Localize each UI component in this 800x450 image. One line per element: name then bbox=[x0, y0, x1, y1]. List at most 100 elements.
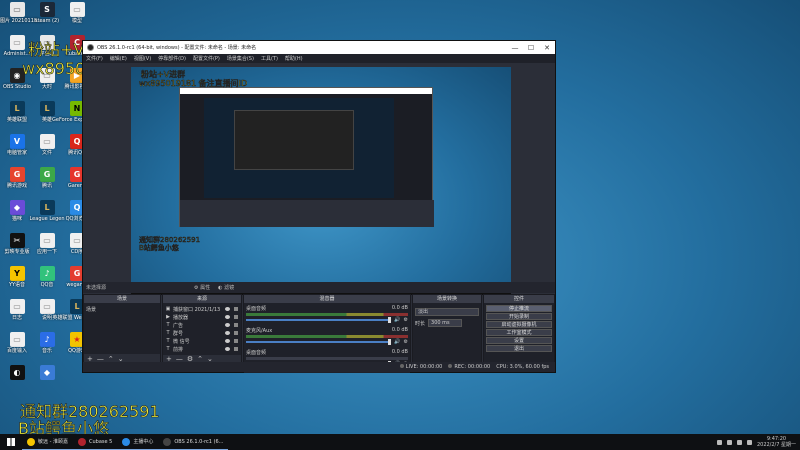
desktop-icon[interactable]: ♪ QQ音 bbox=[33, 266, 61, 288]
desktop-icon[interactable]: ▭ 应用一下 bbox=[33, 233, 61, 255]
source-item[interactable]: ▶ 播放器 bbox=[165, 313, 239, 321]
menu-item[interactable]: 配置文件(P) bbox=[193, 55, 220, 62]
source-item[interactable]: T 群号 bbox=[165, 329, 239, 337]
channel-name: 桌面音频 bbox=[246, 350, 267, 356]
start-button[interactable] bbox=[0, 434, 22, 450]
visibility-icon[interactable] bbox=[225, 339, 230, 343]
lock-icon[interactable] bbox=[234, 331, 238, 335]
obs-preview[interactable]: 粉站+V进群 wx895019181 备注直播间ID 通知群280262591 … bbox=[131, 67, 511, 295]
desktop-icon-label: 猫咪 bbox=[11, 216, 22, 222]
desktop-icon[interactable]: G 腾讯 bbox=[33, 167, 61, 189]
desktop-icon[interactable]: ▭ 文件 bbox=[33, 134, 61, 156]
mixer-channel: 麦克风/Aux 0.0 dB 🔊 ⚙ bbox=[246, 327, 408, 345]
taskbar-app-icon bbox=[122, 437, 131, 446]
visibility-icon[interactable] bbox=[225, 331, 230, 335]
desktop-icon[interactable]: ◐ bbox=[3, 365, 31, 381]
minimize-button[interactable]: — bbox=[507, 44, 523, 52]
desktop-icon[interactable]: ▭ 模型 bbox=[63, 2, 91, 24]
desktop-icon[interactable]: V 电脑管家 bbox=[3, 134, 31, 156]
desktop-icon[interactable]: ◆ 猫咪 bbox=[3, 200, 31, 222]
desktop-icon[interactable]: ◆ bbox=[33, 365, 61, 381]
controls-dock: 控件 停止推流 开始录制 启动虚拟摄像机 工作室模式 设置 退出 bbox=[483, 294, 555, 364]
menu-item[interactable]: 场景集合(S) bbox=[227, 55, 254, 62]
tray-icon[interactable] bbox=[716, 439, 722, 445]
app-icon: L bbox=[9, 101, 25, 116]
visibility-icon[interactable] bbox=[225, 347, 230, 351]
maximize-button[interactable]: ☐ bbox=[523, 44, 539, 52]
desktop-icon[interactable]: Y YY语音 bbox=[3, 266, 31, 288]
lock-icon[interactable] bbox=[234, 323, 238, 327]
menu-item[interactable]: 文件(F) bbox=[86, 55, 103, 62]
clock[interactable]: 9:47:20 2022/2/7 星期一 bbox=[757, 436, 796, 448]
obs-titlebar[interactable]: OBS 26.1.0-rc1 (64-bit, windows) - 配置文件:… bbox=[83, 41, 555, 54]
taskbar-item[interactable]: 敏远 - 淮颐嘉 bbox=[22, 434, 73, 450]
source-item[interactable]: T 广告 bbox=[165, 321, 239, 329]
channel-settings-icon[interactable]: ⚙ bbox=[404, 317, 408, 323]
control-button[interactable]: 停止推流 bbox=[486, 305, 552, 312]
source-item[interactable]: T 前排 bbox=[165, 345, 239, 353]
desktop-icon[interactable]: L 英雄联盟 bbox=[3, 101, 31, 123]
desktop-icon[interactable]: Ssteam (2) bbox=[33, 2, 61, 24]
lock-icon[interactable] bbox=[234, 339, 238, 343]
control-button[interactable]: 启动虚拟摄像机 bbox=[486, 321, 552, 328]
desktop-icon[interactable]: L League Legen bbox=[29, 200, 65, 222]
network-icon[interactable] bbox=[736, 439, 742, 445]
visibility-icon[interactable] bbox=[225, 323, 230, 327]
channel-settings-icon[interactable]: ⚙ bbox=[404, 339, 408, 345]
lock-icon[interactable] bbox=[234, 307, 238, 311]
sources-list: ▣ 捕获窗口 2021/1/13 ▶ 播放器 T 广告 T 群号 T 微 信号 T 前排 bbox=[163, 303, 241, 355]
close-button[interactable]: ✕ bbox=[539, 44, 555, 52]
source-item[interactable]: T微 信号 bbox=[165, 337, 239, 345]
control-button[interactable]: 设置 bbox=[486, 337, 552, 344]
app-icon: L bbox=[39, 200, 55, 215]
channel-db: 0.0 dB bbox=[391, 349, 408, 355]
desktop-icon[interactable]: ▭ 日志 bbox=[3, 299, 31, 321]
taskbar-item-label: 敏远 - 淮颐嘉 bbox=[38, 439, 68, 445]
desktop-icon[interactable]: ▭ 百度输入 bbox=[3, 332, 31, 354]
desktop-icon[interactable]: ▭ Administ... bbox=[3, 35, 31, 57]
menu-item[interactable]: 帮助(H) bbox=[285, 55, 303, 62]
filters-button[interactable]: ◐ 滤镜 bbox=[218, 284, 234, 291]
volume-slider[interactable] bbox=[246, 317, 392, 323]
mixer-channel: 桌面音频 0.0 dB 🔊 ⚙ bbox=[246, 305, 408, 323]
duration-input[interactable]: 300 ms bbox=[428, 319, 463, 327]
control-button[interactable]: 开始录制 bbox=[486, 313, 552, 320]
channel-name: 麦克风/Aux bbox=[246, 328, 273, 334]
volume-slider[interactable] bbox=[246, 339, 392, 345]
menu-item[interactable]: 工具(T) bbox=[261, 55, 278, 62]
taskbar-item[interactable]: Cubase 5 bbox=[72, 434, 118, 450]
taskbar-item-label: Cubase 5 bbox=[88, 438, 113, 445]
control-button[interactable]: 工作室模式 bbox=[486, 329, 552, 336]
menu-item[interactable]: 停靠部件(D) bbox=[158, 55, 186, 62]
desktop-icon-label: 模型 bbox=[71, 18, 82, 24]
channel-db: 0.0 dB bbox=[391, 327, 408, 333]
volume-icon[interactable] bbox=[746, 439, 752, 445]
visibility-icon[interactable] bbox=[225, 315, 230, 319]
desktop-icon[interactable]: G 腾讯游戏 bbox=[3, 167, 31, 189]
app-icon: ✂ bbox=[9, 233, 25, 248]
app-icon: L bbox=[39, 101, 55, 116]
desktop-icon[interactable]: ♪ 音乐 bbox=[33, 332, 61, 354]
control-button[interactable]: 退出 bbox=[486, 345, 552, 352]
taskbar-item[interactable]: 主播中心 bbox=[117, 434, 159, 450]
source-type-icon: ▶ bbox=[166, 314, 170, 320]
source-item[interactable]: ▣ 捕获窗口 2021/1/13 bbox=[165, 305, 239, 313]
visibility-icon[interactable] bbox=[225, 307, 230, 311]
desktop-icon[interactable]: ✂ 剪映专业版 bbox=[3, 233, 31, 255]
lock-icon[interactable] bbox=[234, 347, 238, 351]
speaker-icon[interactable]: 🔊 bbox=[394, 317, 400, 323]
lock-icon[interactable] bbox=[234, 315, 238, 319]
sources-dock-title: 来源 bbox=[163, 295, 241, 303]
mixer-dock-title: 混音器 bbox=[244, 295, 410, 303]
menu-item[interactable]: 视图(V) bbox=[134, 55, 151, 62]
scene-item[interactable]: 场景 bbox=[86, 305, 158, 313]
desktop-icon-label: 应用一下 bbox=[36, 249, 57, 255]
desktop-icon[interactable]: ▭QQ图片 20210118... bbox=[0, 2, 42, 24]
properties-button[interactable]: ⚙ 属性 bbox=[194, 284, 210, 291]
menu-item[interactable]: 编辑(E) bbox=[110, 55, 127, 62]
taskbar-item[interactable]: OBS 26.1.0-rc1 (6... bbox=[158, 434, 229, 450]
tray-icon[interactable] bbox=[726, 439, 732, 445]
obs-window-title: OBS 26.1.0-rc1 (64-bit, windows) - 配置文件:… bbox=[97, 45, 257, 51]
transition-select[interactable]: 淡出 bbox=[415, 308, 479, 316]
speaker-icon[interactable]: 🔊 bbox=[394, 339, 400, 345]
